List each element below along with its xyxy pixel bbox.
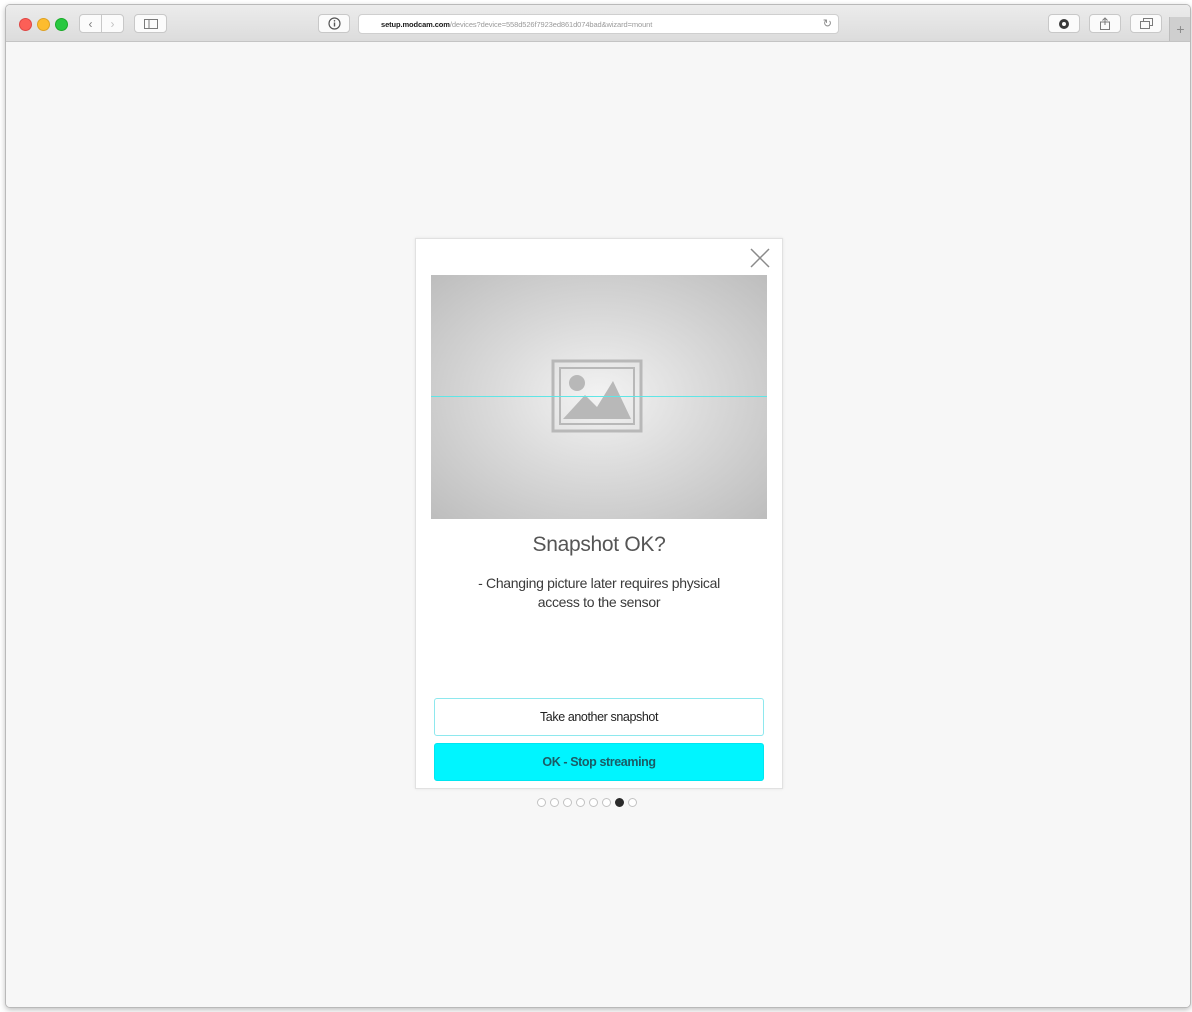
browser-toolbar: ‹ › setup.modcam.com/devices?device=558d… <box>6 5 1190 42</box>
dialog-description: - Changing picture later requires physic… <box>478 575 720 610</box>
info-icon <box>327 17 341 30</box>
back-button[interactable]: ‹ <box>79 14 102 33</box>
reload-icon[interactable]: ↻ <box>823 17 832 30</box>
show-tabs-button[interactable] <box>1130 14 1162 33</box>
close-window-button[interactable] <box>19 18 32 31</box>
wizard-step-dot[interactable] <box>537 798 546 807</box>
wizard-step-dot[interactable] <box>563 798 572 807</box>
browser-window: ‹ › setup.modcam.com/devices?device=558d… <box>5 4 1191 1008</box>
minimize-window-button[interactable] <box>37 18 50 31</box>
stop-streaming-button[interactable]: OK - Stop streaming <box>434 743 764 781</box>
wizard-step-dot[interactable] <box>602 798 611 807</box>
sidebar-toggle-button[interactable] <box>134 14 167 33</box>
forward-button[interactable]: › <box>101 14 124 33</box>
share-icon <box>1100 17 1110 30</box>
snapshot-dialog: Snapshot OK? - Changing picture later re… <box>415 238 783 789</box>
scan-line <box>431 396 767 397</box>
share-button[interactable] <box>1089 14 1121 33</box>
snapshot-preview <box>431 275 767 519</box>
wizard-step-dot[interactable] <box>550 798 559 807</box>
wizard-step-dot[interactable] <box>576 798 585 807</box>
address-bar[interactable]: setup.modcam.com/devices?device=558d526f… <box>358 14 839 34</box>
wizard-step-dot[interactable] <box>589 798 598 807</box>
extension-icon <box>1059 18 1069 29</box>
dialog-title: Snapshot OK? <box>532 533 666 556</box>
chevron-right-icon: › <box>110 16 115 31</box>
plus-icon: + <box>1176 21 1185 37</box>
site-info-button[interactable] <box>318 14 350 33</box>
wizard-step-dot[interactable] <box>628 798 637 807</box>
extension-button[interactable] <box>1048 14 1080 33</box>
sidebar-icon <box>143 18 158 29</box>
take-another-snapshot-button[interactable]: Take another snapshot <box>434 698 764 736</box>
new-tab-button[interactable]: + <box>1169 17 1190 41</box>
chevron-left-icon: ‹ <box>88 16 93 31</box>
wizard-step-dot-active[interactable] <box>615 798 624 807</box>
close-icon <box>750 248 770 268</box>
wizard-progress <box>537 798 637 810</box>
close-dialog-button[interactable] <box>750 248 770 268</box>
page-content: Snapshot OK? - Changing picture later re… <box>6 42 1190 1007</box>
url-text: setup.modcam.com/devices?device=558d526f… <box>381 19 653 29</box>
tabs-icon <box>1139 18 1153 29</box>
zoom-window-button[interactable] <box>55 18 68 31</box>
